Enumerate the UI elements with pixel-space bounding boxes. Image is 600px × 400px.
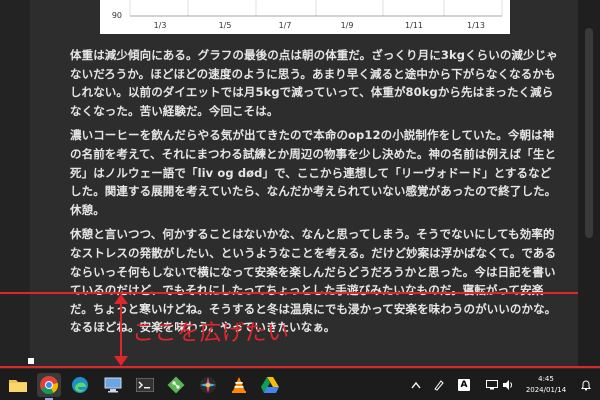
chrome-icon[interactable] [37,373,61,400]
notification-bell-icon[interactable] [580,379,592,391]
clock-date[interactable]: 2024/01/14 [518,385,574,395]
chart-gridlines [129,0,503,16]
x-tick-label: 1/11 [405,21,423,30]
document-view: 90 1/3 1/5 1/7 1/9 1/11 1/13 体重は減少傾向にある。… [30,0,578,368]
left-panel [0,0,30,368]
terminal-icon[interactable] [133,373,157,397]
annotation-top-line [0,292,578,294]
chevron-up-icon[interactable] [410,379,422,391]
paragraph: 濃いコーヒーを飲んだらやる気が出てきたので本命のop12の小説制作をしていた。今… [70,128,557,217]
speaker-icon[interactable] [502,379,514,391]
annotation-label: ここを広げたい [132,321,290,346]
x-tick-label: 1/9 [341,21,354,30]
clock-time[interactable]: 4:45 [518,374,574,384]
vlc-icon[interactable] [227,373,251,397]
diary-article: 体重は減少傾向にある。グラフの最後の点は朝の体重だ。ざっくり月に3kgくらいの減… [70,46,560,343]
double-arrow-icon [114,294,128,366]
folder-icon[interactable] [6,373,30,397]
network-icon[interactable] [486,379,498,391]
paragraph: 体重は減少傾向にある。グラフの最後の点は朝の体重だ。ざっくり月に3kgくらいの減… [70,48,558,118]
drive-icon[interactable] [258,373,282,397]
x-tick-label: 1/3 [154,21,167,30]
cursor-dot [28,358,34,364]
scrollbar-thumb[interactable] [585,28,593,238]
computer-icon[interactable] [101,373,125,397]
x-tick-label: 1/7 [279,21,292,30]
taskbar: A 4:45 2024/01/14 [0,368,600,400]
scrollbar[interactable] [578,0,600,368]
y-tick-label: 90 [112,11,122,20]
git-icon[interactable] [164,373,188,397]
font-badge[interactable]: A [458,379,470,391]
x-tick-label: 1/5 [219,21,232,30]
weight-chart: 90 1/3 1/5 1/7 1/9 1/11 1/13 [100,0,510,34]
x-tick-label: 1/13 [467,21,485,30]
edge-icon[interactable] [68,373,92,397]
colorful-icon[interactable] [196,373,220,397]
chart-svg: 90 1/3 1/5 1/7 1/9 1/11 1/13 [112,0,503,30]
pen-icon[interactable] [433,379,445,391]
